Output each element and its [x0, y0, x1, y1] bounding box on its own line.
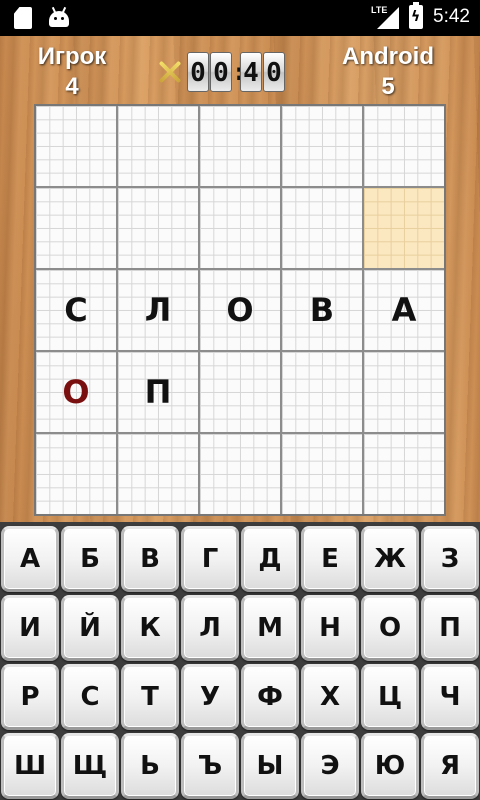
opponent-score: 5 — [381, 73, 395, 100]
letter-key[interactable]: Х — [301, 664, 359, 730]
letter-key[interactable]: Л — [181, 595, 239, 661]
keyboard-row: Р С Т У Ф Х Ц Ч — [1, 664, 479, 730]
board-cell[interactable] — [36, 188, 116, 268]
board-cell[interactable] — [282, 106, 362, 186]
board-cell[interactable] — [200, 106, 280, 186]
battery-charging-icon: ϟ — [409, 2, 424, 29]
keyboard-row: И Й К Л М Н О П — [1, 595, 479, 661]
opponent-name: Android — [342, 43, 434, 70]
timer-minutes-tens: 0 — [187, 52, 209, 92]
letter-key[interactable]: Д — [241, 526, 299, 592]
keyboard-row: Ш Щ Ь Ъ Ы Э Ю Я — [1, 733, 479, 799]
game-board: С Л О В А О П — [34, 104, 446, 516]
turn-timer: 0 0 : 4 0 — [156, 50, 285, 94]
status-bar: LTE ϟ 5:42 — [0, 0, 480, 36]
letter-key[interactable]: В — [121, 526, 179, 592]
status-clock: 5:42 — [433, 6, 470, 27]
letter-key[interactable]: Н — [301, 595, 359, 661]
board-cell[interactable]: О — [200, 270, 280, 350]
board-cell[interactable]: П — [118, 352, 198, 432]
letter-keyboard: А Б В Г Д Е Ж З И Й К Л М Н О П Р С Т У … — [0, 522, 480, 800]
board-cell[interactable]: А — [364, 270, 444, 350]
board-cell[interactable] — [282, 188, 362, 268]
board-cell[interactable] — [200, 188, 280, 268]
letter-key[interactable]: К — [121, 595, 179, 661]
player-score: 4 — [65, 73, 79, 100]
board-cell-selected[interactable] — [364, 188, 444, 268]
letter-key[interactable]: Г — [181, 526, 239, 592]
signal-icon: LTE — [371, 5, 400, 29]
letter-key[interactable]: С — [61, 664, 119, 730]
board-cell[interactable] — [118, 188, 198, 268]
board-cell[interactable] — [282, 434, 362, 514]
board-cell[interactable] — [282, 352, 362, 432]
letter-key[interactable]: Ю — [361, 733, 419, 799]
sd-card-icon — [14, 7, 32, 29]
timer-separator: : — [232, 58, 246, 86]
board-cell[interactable] — [200, 352, 280, 432]
network-type: LTE — [371, 5, 388, 15]
board-cell[interactable] — [118, 106, 198, 186]
letter-key[interactable]: Ч — [421, 664, 479, 730]
letter-key[interactable]: М — [241, 595, 299, 661]
board-cell[interactable]: Л — [118, 270, 198, 350]
letter-key[interactable]: Ш — [1, 733, 59, 799]
opponent-score-block: Android 5 — [328, 42, 448, 102]
letter-key[interactable]: Я — [421, 733, 479, 799]
letter-key[interactable]: О — [361, 595, 419, 661]
player-score-block: Игрок 4 — [12, 42, 132, 102]
letter-key[interactable]: Э — [301, 733, 359, 799]
letter-key[interactable]: Р — [1, 664, 59, 730]
letter-key[interactable]: Ф — [241, 664, 299, 730]
letter-key[interactable]: Т — [121, 664, 179, 730]
board-cell[interactable]: С — [36, 270, 116, 350]
timer-minutes-ones: 0 — [210, 52, 232, 92]
letter-key[interactable]: Ц — [361, 664, 419, 730]
board-cell[interactable] — [364, 106, 444, 186]
board-cell[interactable] — [200, 434, 280, 514]
keyboard-row: А Б В Г Д Е Ж З — [1, 526, 479, 592]
timer-seconds-ones: 0 — [263, 52, 285, 92]
board-cell[interactable] — [364, 434, 444, 514]
letter-key[interactable]: У — [181, 664, 239, 730]
board-cell[interactable] — [364, 352, 444, 432]
letter-key[interactable]: П — [421, 595, 479, 661]
letter-key[interactable]: Ъ — [181, 733, 239, 799]
letter-key[interactable]: Е — [301, 526, 359, 592]
board-cell[interactable] — [36, 434, 116, 514]
letter-key[interactable]: И — [1, 595, 59, 661]
letter-key[interactable]: З — [421, 526, 479, 592]
letter-key[interactable]: Й — [61, 595, 119, 661]
board-cell-new-letter[interactable]: О — [36, 352, 116, 432]
board-cell[interactable] — [36, 106, 116, 186]
letter-key[interactable]: Ы — [241, 733, 299, 799]
player-name: Игрок — [37, 43, 107, 70]
letter-key[interactable]: Ь — [121, 733, 179, 799]
letter-key[interactable]: Щ — [61, 733, 119, 799]
timer-seconds-tens: 4 — [240, 52, 262, 92]
letter-key[interactable]: Б — [61, 526, 119, 592]
board-cell[interactable]: В — [282, 270, 362, 350]
crossed-swords-icon — [156, 58, 184, 86]
android-icon — [48, 6, 70, 29]
board-cell[interactable] — [118, 434, 198, 514]
letter-key[interactable]: Ж — [361, 526, 419, 592]
letter-key[interactable]: А — [1, 526, 59, 592]
